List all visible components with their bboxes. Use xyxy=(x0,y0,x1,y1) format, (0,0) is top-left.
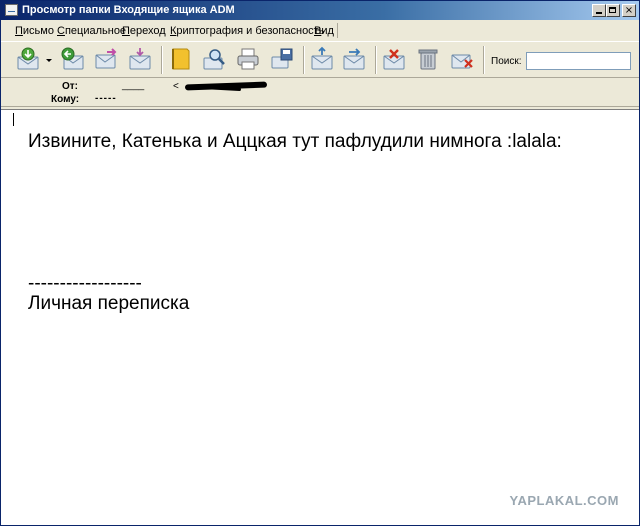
signature-separator: ------------------ xyxy=(28,273,142,294)
move-button[interactable] xyxy=(309,46,335,72)
title-bar[interactable]: Просмотр папки Входящие ящика ADM × xyxy=(1,1,639,20)
message-text: Извините, Катенька и Аццкая тут пафлудил… xyxy=(28,131,562,152)
app-window-icon xyxy=(5,4,18,16)
mail-viewer-window: Просмотр папки Входящие ящика ADM × Пись… xyxy=(0,0,640,526)
search-input[interactable] xyxy=(526,52,631,70)
new-message-icon xyxy=(129,48,151,70)
message-header: От: ____ < Кому: ----- xyxy=(1,79,639,107)
print-button[interactable] xyxy=(235,46,261,72)
close-icon: × xyxy=(624,5,634,16)
junk-icon xyxy=(451,54,473,69)
to-label: Кому: xyxy=(51,94,80,105)
reply-icon xyxy=(61,47,84,70)
window-title: Просмотр папки Входящие ящика ADM xyxy=(22,4,235,16)
maximize-button[interactable] xyxy=(606,4,620,17)
find-button[interactable] xyxy=(201,46,227,72)
watermark: YAPLAKAL.COM xyxy=(509,493,619,508)
menu-go[interactable]: Переход xyxy=(122,25,166,37)
message-body[interactable]: Извините, Катенька и Аццкая тут пафлудил… xyxy=(1,109,639,525)
menu-separator xyxy=(337,23,338,38)
address-book-icon xyxy=(172,48,190,70)
reply-button[interactable] xyxy=(59,46,85,72)
forward-button[interactable] xyxy=(93,46,119,72)
find-icon xyxy=(203,49,225,70)
save-icon xyxy=(271,48,293,69)
delete-message-button[interactable] xyxy=(381,46,407,72)
minimize-button[interactable] xyxy=(592,4,606,17)
print-icon xyxy=(237,48,259,70)
close-button[interactable]: × xyxy=(622,4,636,17)
from-name[interactable]: ____ xyxy=(122,80,144,91)
to-value[interactable]: ----- xyxy=(95,93,117,104)
copy-icon xyxy=(343,48,365,70)
toolbar-separator xyxy=(161,46,163,74)
move-icon xyxy=(311,46,333,70)
trash-icon xyxy=(418,49,438,70)
toolbar-separator xyxy=(303,46,305,74)
menu-special[interactable]: Специальное xyxy=(57,25,126,37)
delete-message-icon xyxy=(383,49,405,70)
search-label: Поиск: xyxy=(491,56,522,67)
toolbar: Поиск: xyxy=(1,41,639,78)
signature-text: Личная переписка xyxy=(28,293,190,314)
forward-icon xyxy=(95,48,117,69)
receive-dropdown-icon[interactable] xyxy=(46,59,52,62)
copy-button[interactable] xyxy=(341,46,367,72)
menu-view[interactable]: Вид xyxy=(314,25,334,37)
menu-crypto[interactable]: Криптография и безопасность xyxy=(170,25,324,37)
toolbar-separator xyxy=(375,46,377,74)
menu-bar: Письмо Специальное Переход Криптография … xyxy=(1,21,639,40)
receive-mail-icon xyxy=(17,47,39,70)
receive-mail-button[interactable] xyxy=(15,46,41,72)
menu-letter[interactable]: Письмо xyxy=(15,25,54,37)
toolbar-separator xyxy=(483,46,485,74)
from-label: От: xyxy=(62,81,79,92)
save-button[interactable] xyxy=(269,46,295,72)
trash-button[interactable] xyxy=(415,46,441,72)
junk-button[interactable] xyxy=(449,46,475,72)
new-message-button[interactable] xyxy=(127,46,153,72)
from-address[interactable]: < xyxy=(173,81,179,92)
address-book-button[interactable] xyxy=(167,46,193,72)
text-caret xyxy=(13,113,14,126)
